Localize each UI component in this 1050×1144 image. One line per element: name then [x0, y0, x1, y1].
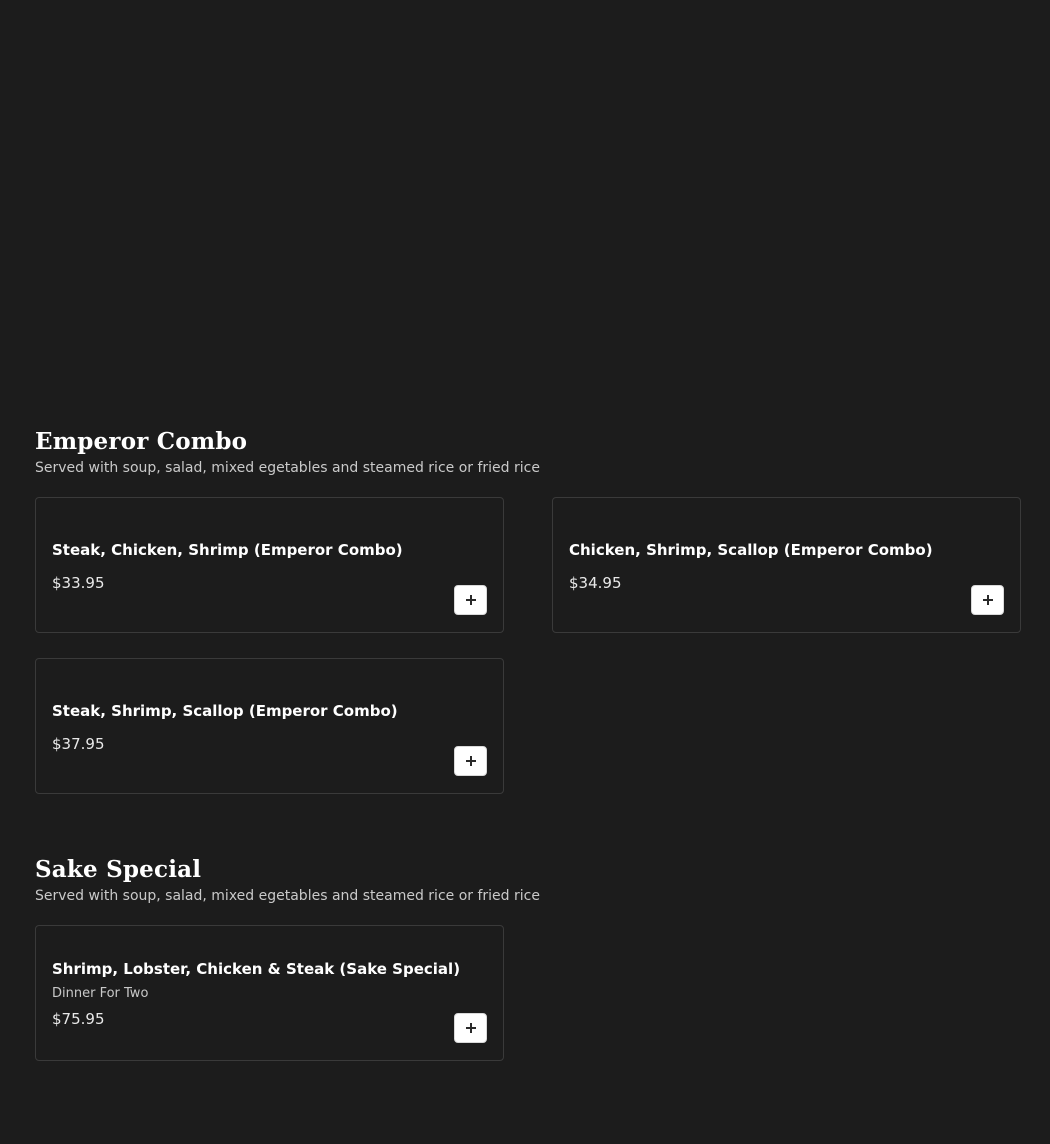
menu-item-price: $75.95	[52, 1010, 105, 1028]
menu-item-card[interactable]: Chicken, Shrimp, Scallop (Emperor Combo)…	[552, 497, 1021, 633]
menu-page: Emperor Combo Served with soup, salad, m…	[0, 0, 1050, 1144]
add-item-button[interactable]	[454, 1013, 487, 1043]
add-item-button[interactable]	[454, 585, 487, 615]
section-title: Emperor Combo	[35, 428, 248, 455]
add-item-button[interactable]	[454, 746, 487, 776]
menu-item-price: $37.95	[52, 735, 105, 753]
menu-item-price: $34.95	[569, 574, 622, 592]
section-header-sake-special: Sake Special Served with soup, salad, mi…	[35, 856, 1021, 905]
menu-item-name: Shrimp, Lobster, Chicken & Steak (Sake S…	[52, 960, 461, 978]
menu-item-card[interactable]: Steak, Shrimp, Scallop (Emperor Combo) $…	[35, 658, 504, 794]
section-description: Served with soup, salad, mixed egetables…	[35, 888, 540, 904]
add-item-button[interactable]	[971, 585, 1004, 615]
menu-item-price: $33.95	[52, 574, 105, 592]
menu-item-name: Steak, Shrimp, Scallop (Emperor Combo)	[52, 702, 398, 720]
plus-icon	[465, 1023, 476, 1033]
menu-item-card[interactable]: Steak, Chicken, Shrimp (Emperor Combo) $…	[35, 497, 504, 633]
section-title: Sake Special	[35, 856, 202, 883]
plus-icon	[982, 595, 993, 605]
menu-item-name: Chicken, Shrimp, Scallop (Emperor Combo)	[569, 541, 933, 559]
section-description: Served with soup, salad, mixed egetables…	[35, 460, 540, 476]
menu-item-name: Steak, Chicken, Shrimp (Emperor Combo)	[52, 541, 403, 559]
plus-icon	[465, 595, 476, 605]
section-header-emperor-combo: Emperor Combo Served with soup, salad, m…	[35, 428, 1021, 477]
plus-icon	[465, 756, 476, 766]
menu-item-subtitle: Dinner For Two	[52, 986, 149, 1001]
menu-item-card[interactable]: Shrimp, Lobster, Chicken & Steak (Sake S…	[35, 925, 504, 1061]
